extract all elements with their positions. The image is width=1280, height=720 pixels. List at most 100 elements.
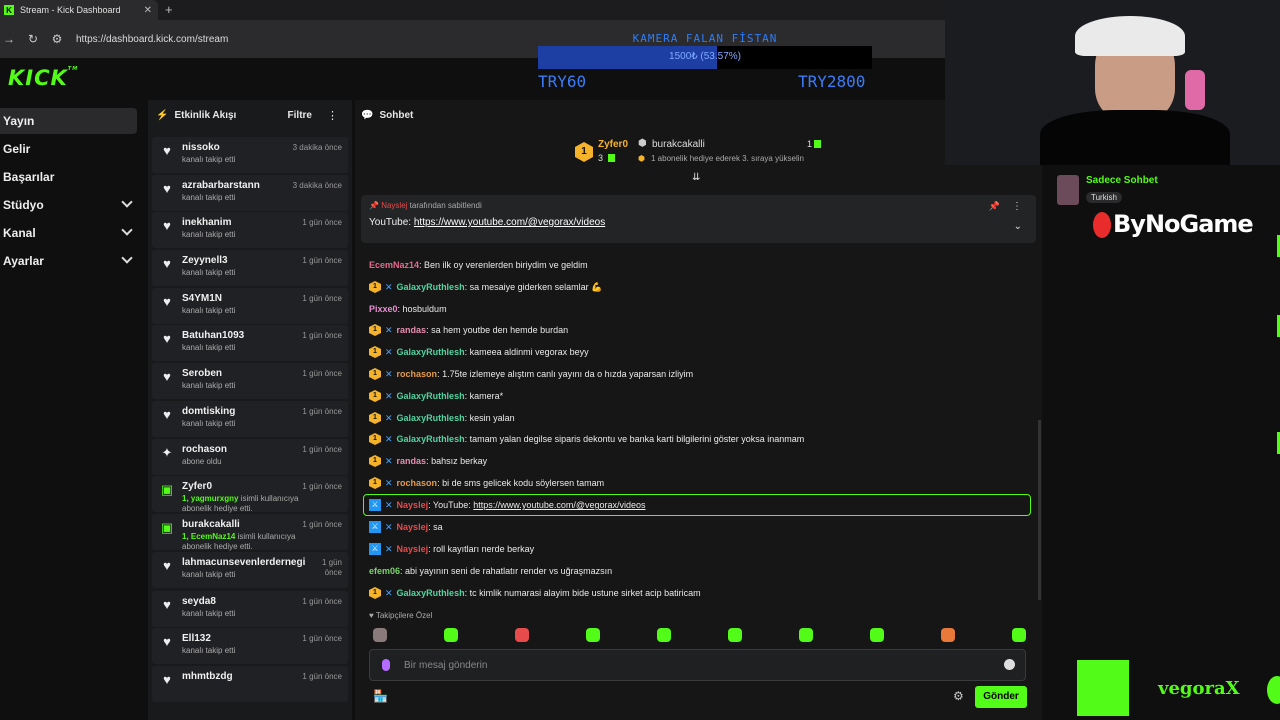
chat-scrollbar[interactable]: [1038, 420, 1041, 600]
nav-item-kanal[interactable]: Kanal: [0, 220, 137, 246]
feed-username[interactable]: lahmacunsevenlerdernegi: [182, 557, 305, 569]
chat-message[interactable]: 1 ✕ GalaxyRuthlesh: sa mesaiye giderken se…: [369, 278, 602, 296]
emote-icon[interactable]: [586, 628, 600, 642]
chevron-down-icon[interactable]: ⌄: [1014, 221, 1022, 232]
activity-feed-item[interactable]: ♥ domtisking kanalı takip etti 1 gün önc…: [152, 401, 348, 437]
leaderboard-first-user[interactable]: Zyfer0: [598, 139, 628, 150]
activity-feed-item[interactable]: ▣ Zyfer0 1, yagmurxgny isimli kullanıcıy…: [152, 476, 348, 513]
browser-tab[interactable]: K Stream - Kick Dashboard ✕: [0, 0, 158, 20]
chat-message[interactable]: ⚔ ✕ Nayslej: roll kayıtları nerde berkay: [369, 540, 534, 558]
chat-username[interactable]: rochason: [397, 478, 438, 488]
chat-username[interactable]: randas: [397, 325, 427, 335]
feed-username[interactable]: rochason: [182, 444, 227, 456]
gear-icon[interactable]: ⚙: [953, 689, 964, 703]
expand-leaderboard-icon[interactable]: ⇊: [692, 172, 700, 183]
chat-username[interactable]: Pixxe0: [369, 304, 398, 314]
feed-username[interactable]: burakcakalli: [182, 519, 240, 531]
nav-item-studyo[interactable]: Stüdyo: [0, 192, 137, 218]
nav-item-basarilar[interactable]: Başarılar: [0, 164, 137, 190]
feed-username[interactable]: S4YM1N: [182, 293, 222, 305]
new-tab-icon[interactable]: +: [165, 2, 173, 17]
chat-username[interactable]: GalaxyRuthlesh: [397, 434, 465, 444]
activity-feed-item[interactable]: ♥ lahmacunsevenlerdernegi kanalı takip e…: [152, 552, 348, 588]
nav-item-gelir[interactable]: Gelir: [0, 136, 137, 162]
send-button[interactable]: Gönder: [975, 686, 1027, 708]
activity-feed-item[interactable]: ♥ nissoko kanalı takip etti 3 dakika önc…: [152, 137, 348, 173]
chat-message[interactable]: 1 ✕ rochason: 1.75te izlemeye alıştım canl…: [369, 365, 693, 383]
feed-username[interactable]: Batuhan1093: [182, 330, 244, 342]
chat-message[interactable]: 1 ✕ GalaxyRuthlesh: kameea aldinmi vegorax…: [369, 343, 589, 361]
chat-message[interactable]: ⚔ ✕ Nayslej: sa: [369, 518, 443, 536]
kick-logo[interactable]: KICKTM: [8, 66, 78, 90]
chat-message[interactable]: ⚔ ✕ Nayslej: YouTube: https://www.youtube.…: [369, 496, 646, 514]
feed-username[interactable]: Zeyynell3: [182, 255, 228, 267]
feed-recipient[interactable]: 1, yagmurxgny: [182, 494, 238, 503]
emote-icon[interactable]: [1012, 628, 1026, 642]
emote-icon[interactable]: [941, 628, 955, 642]
site-settings-icon[interactable]: ⚙: [50, 32, 64, 46]
feed-username[interactable]: Zyfer0: [182, 481, 212, 493]
chat-link[interactable]: https://www.youtube.com/@vegorax/videos: [473, 500, 645, 510]
feed-username[interactable]: domtisking: [182, 406, 235, 418]
pinned-link[interactable]: https://www.youtube.com/@vegorax/videos: [414, 217, 605, 228]
feed-username[interactable]: seyda8: [182, 596, 216, 608]
chat-username[interactable]: EcemNaz14: [369, 260, 419, 270]
microphone-icon[interactable]: [382, 659, 390, 671]
feed-username[interactable]: mhmtbzdg: [182, 671, 233, 683]
chat-username[interactable]: GalaxyRuthlesh: [397, 588, 465, 598]
activity-feed-item[interactable]: ♥ Ell132 kanalı takip etti 1 gün önce: [152, 628, 348, 664]
chat-message[interactable]: 1 ✕ randas: sa hem youtbe den hemde burdan: [369, 321, 568, 339]
activity-feed-item[interactable]: ♥ inekhanim kanalı takip etti 1 gün önce: [152, 212, 348, 248]
activity-feed-item[interactable]: ♥ S4YM1N kanalı takip etti 1 gün önce: [152, 288, 348, 324]
chat-input-box[interactable]: Bir mesaj gönderin: [369, 649, 1026, 681]
feed-username[interactable]: Ell132: [182, 633, 211, 645]
chat-message[interactable]: 1 ✕ randas: bahsız berkay: [369, 452, 487, 470]
chat-username[interactable]: Nayslej: [397, 544, 429, 554]
emote-icon[interactable]: [373, 628, 387, 642]
chat-username[interactable]: randas: [397, 456, 427, 466]
forward-icon[interactable]: →: [2, 32, 16, 46]
reload-icon[interactable]: ↻: [26, 32, 40, 46]
chat-username[interactable]: efem06: [369, 566, 400, 576]
chat-message[interactable]: Pixxe0: hosbuldum: [369, 300, 447, 318]
chat-username[interactable]: GalaxyRuthlesh: [397, 413, 465, 423]
chat-username[interactable]: GalaxyRuthlesh: [397, 391, 465, 401]
chat-message[interactable]: 1 ✕ GalaxyRuthlesh: tc kimlik numarasi ala…: [369, 584, 701, 602]
emote-icon[interactable]: [799, 628, 813, 642]
chat-username[interactable]: GalaxyRuthlesh: [397, 282, 465, 292]
store-icon[interactable]: 🏪: [373, 689, 388, 703]
chat-message[interactable]: EcemNaz14: Ben ilk oy verenlerden biriyd…: [369, 256, 588, 274]
filter-button[interactable]: Filtre: [288, 110, 312, 121]
chat-username[interactable]: GalaxyRuthlesh: [397, 347, 465, 357]
activity-feed-item[interactable]: ♥ Seroben kanalı takip etti 1 gün önce: [152, 363, 348, 399]
chat-username[interactable]: Nayslej: [397, 522, 429, 532]
chat-message[interactable]: efem06: abi yayının seni de rahatlatır r…: [369, 562, 612, 580]
activity-feed-item[interactable]: ▣ burakcakalli 1, EcemNaz14 isimli kulla…: [152, 514, 348, 551]
emoji-picker-icon[interactable]: [1004, 659, 1015, 670]
feed-username[interactable]: Seroben: [182, 368, 222, 380]
chat-username[interactable]: rochason: [397, 369, 438, 379]
activity-feed-item[interactable]: ♥ seyda8 kanalı takip etti 1 gün önce: [152, 591, 348, 627]
emote-icon[interactable]: [870, 628, 884, 642]
pinned-by-user[interactable]: Nayslej: [381, 201, 407, 210]
url-field[interactable]: https://dashboard.kick.com/stream: [76, 34, 228, 45]
feed-username[interactable]: azrabarbarstann: [182, 180, 260, 192]
emote-icon[interactable]: [728, 628, 742, 642]
pinned-more-icon[interactable]: ⋮: [1012, 201, 1022, 212]
emote-icon[interactable]: [515, 628, 529, 642]
more-options-icon[interactable]: ⋮: [327, 109, 338, 122]
chat-username[interactable]: Nayslej: [397, 500, 429, 510]
nav-item-yayin[interactable]: Yayın: [0, 108, 137, 134]
activity-feed-item[interactable]: ♥ Zeyynell3 kanalı takip etti 1 gün önce: [152, 250, 348, 286]
leaderboard-second-user[interactable]: burakcakalli: [652, 139, 705, 150]
feed-recipient[interactable]: 1, EcemNaz14: [182, 532, 235, 541]
chat-message[interactable]: 1 ✕ GalaxyRuthlesh: tamam yalan degilse si…: [369, 430, 804, 448]
feed-username[interactable]: inekhanim: [182, 217, 231, 229]
chat-message[interactable]: 1 ✕ GalaxyRuthlesh: kamera*: [369, 387, 503, 405]
unpin-icon[interactable]: 📌: [989, 201, 1000, 212]
emote-icon[interactable]: [444, 628, 458, 642]
nav-item-ayarlar[interactable]: Ayarlar: [0, 248, 137, 274]
activity-feed-item[interactable]: ♥ mhmtbzdg 1 gün önce: [152, 666, 348, 702]
chat-message[interactable]: 1 ✕ GalaxyRuthlesh: kesin yalan: [369, 409, 515, 427]
activity-feed-item[interactable]: ✦ rochason abone oldu 1 gün önce: [152, 439, 348, 475]
